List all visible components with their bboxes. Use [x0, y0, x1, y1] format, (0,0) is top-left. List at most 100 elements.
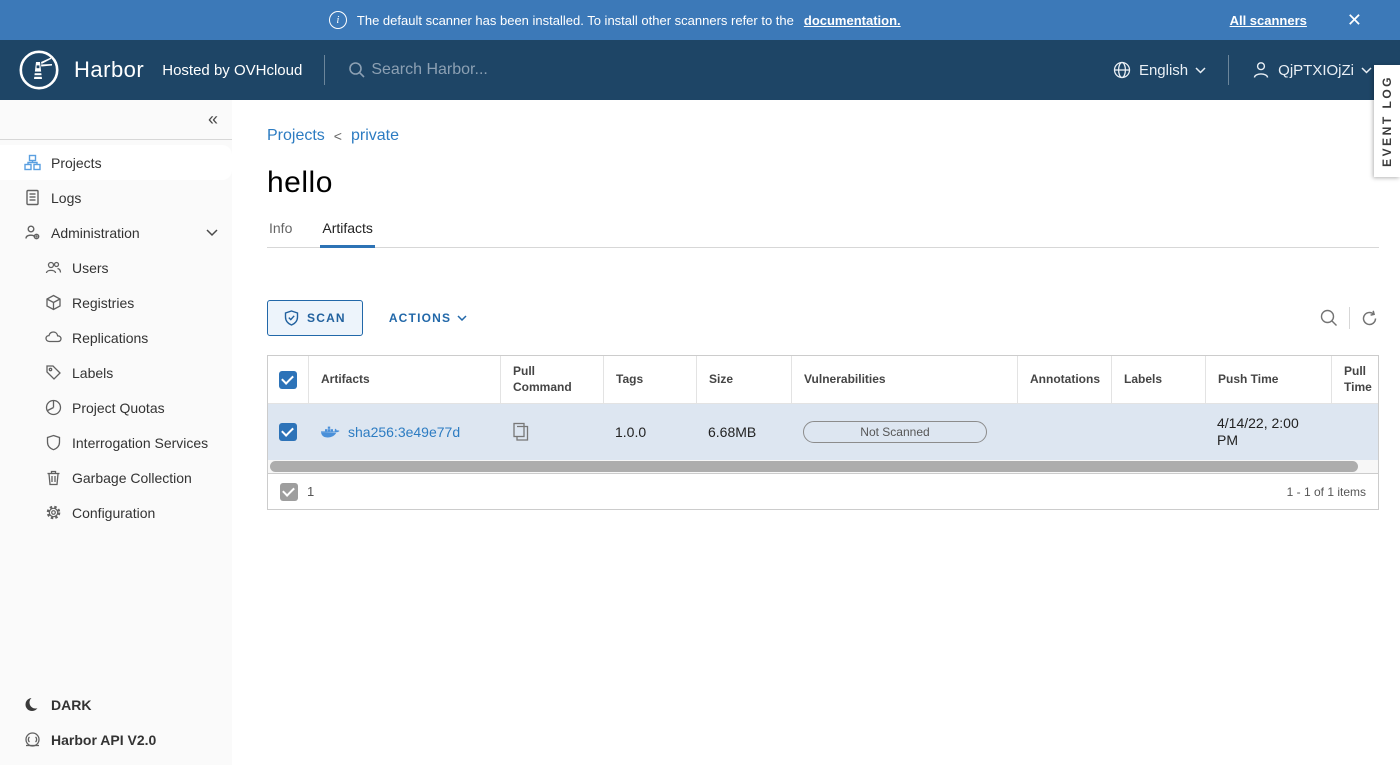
logs-icon [24, 189, 41, 206]
api-label: Harbor API V2.0 [51, 732, 156, 748]
sidebar-item-labels[interactable]: Labels [0, 355, 232, 390]
sidebar-item-configuration[interactable]: Configuration [0, 495, 232, 530]
api-icon [24, 731, 41, 748]
column-header-tags[interactable]: Tags [603, 356, 696, 403]
registries-icon [45, 294, 62, 311]
docker-icon [320, 425, 340, 440]
quotas-icon [45, 399, 62, 416]
sidebar-item-label: Replications [72, 330, 148, 346]
users-icon [45, 259, 62, 276]
pull-time-cell [1331, 404, 1378, 460]
tab-artifacts[interactable]: Artifacts [320, 214, 375, 248]
sidebar-item-label: Projects [51, 155, 102, 171]
close-icon[interactable]: ✕ [1347, 11, 1362, 29]
filter-search-icon[interactable] [1319, 308, 1339, 328]
artifact-digest-link[interactable]: sha256:3e49e77d [348, 424, 460, 440]
tab-info[interactable]: Info [267, 214, 294, 247]
size-cell: 6.68MB [696, 404, 791, 460]
sidebar-item-label: Registries [72, 295, 134, 311]
dark-theme-toggle[interactable]: DARK [0, 687, 232, 722]
row-checkbox[interactable] [279, 423, 297, 441]
header-divider [1228, 55, 1229, 85]
sidebar-item-projects[interactable]: Projects [0, 145, 232, 180]
sidebar-item-label: Interrogation Services [72, 435, 208, 451]
table-row: sha256:3e49e77d 1.0.0 6.68MB Not Scanned… [268, 404, 1378, 460]
push-time-cell: 4/14/22, 2:00 PM [1205, 404, 1331, 460]
language-label: English [1139, 62, 1188, 79]
sidebar-item-label: Garbage Collection [72, 470, 192, 486]
column-header-vulnerabilities[interactable]: Vulnerabilities [791, 356, 1017, 403]
user-icon [1251, 60, 1271, 80]
selected-count: 1 [307, 484, 314, 499]
breadcrumb-projects-link[interactable]: Projects [267, 127, 325, 145]
event-log-tab[interactable]: EVENT LOG [1374, 65, 1400, 177]
not-scanned-badge: Not Scanned [803, 421, 987, 443]
tags-cell: 1.0.0 [603, 404, 696, 460]
user-menu[interactable]: QjPTXIOjZi [1251, 60, 1372, 80]
gear-icon [45, 504, 62, 521]
sidebar-item-registries[interactable]: Registries [0, 285, 232, 320]
pagination-summary: 1 - 1 of 1 items [1287, 485, 1366, 499]
refresh-icon[interactable] [1360, 309, 1379, 328]
chevron-down-icon [1195, 67, 1206, 74]
column-header-labels[interactable]: Labels [1111, 356, 1205, 403]
sidebar-item-label: Logs [51, 190, 81, 206]
sidebar-item-label: Administration [51, 225, 140, 241]
sidebar-item-project-quotas[interactable]: Project Quotas [0, 390, 232, 425]
moon-icon [24, 696, 41, 713]
harbor-api-link[interactable]: Harbor API V2.0 [0, 722, 232, 757]
scrollbar-thumb[interactable] [270, 461, 1358, 472]
artifacts-table: Artifacts Pull Command Tags Size Vulnera… [267, 355, 1379, 510]
replications-icon [45, 329, 62, 346]
main-content: Projects < private hello Info Artifacts … [232, 100, 1400, 765]
column-header-push-time[interactable]: Push Time [1205, 356, 1331, 403]
language-menu[interactable]: English [1112, 60, 1206, 80]
chevron-down-icon [206, 229, 218, 237]
app-header: Harbor Hosted by OVHcloud English [0, 40, 1400, 100]
header-divider [324, 55, 325, 85]
column-header-pull-command[interactable]: Pull Command [500, 356, 603, 403]
scan-button-label: SCAN [307, 311, 346, 325]
breadcrumb-private-link[interactable]: private [351, 127, 399, 145]
sidebar: « Projects Logs [0, 100, 232, 765]
trash-icon [45, 469, 62, 486]
copy-icon[interactable] [512, 422, 530, 442]
sidebar-item-label: Configuration [72, 505, 155, 521]
horizontal-scrollbar[interactable] [268, 460, 1378, 473]
documentation-link[interactable]: documentation. [804, 13, 901, 28]
column-header-artifacts[interactable]: Artifacts [308, 356, 500, 403]
sidebar-item-administration[interactable]: Administration [0, 215, 232, 250]
sidebar-item-garbage-collection[interactable]: Garbage Collection [0, 460, 232, 495]
actions-menu-button[interactable]: ACTIONS [389, 311, 467, 325]
event-log-label: EVENT LOG [1380, 75, 1394, 167]
globe-icon [1112, 60, 1132, 80]
selected-count-checkbox [280, 483, 298, 501]
labels-icon [45, 364, 62, 381]
chevron-down-icon [1361, 67, 1372, 74]
column-header-pull-time[interactable]: Pull Time [1331, 356, 1384, 403]
shield-check-icon [284, 310, 299, 326]
harbor-logo [18, 49, 60, 91]
scan-button[interactable]: SCAN [267, 300, 363, 336]
brand-title: Harbor [74, 57, 144, 83]
global-search[interactable] [347, 60, 591, 80]
column-header-size[interactable]: Size [696, 356, 791, 403]
sidebar-item-interrogation-services[interactable]: Interrogation Services [0, 425, 232, 460]
interrogation-shield-icon [45, 434, 62, 451]
sidebar-item-users[interactable]: Users [0, 250, 232, 285]
collapse-sidebar-icon[interactable]: « [208, 109, 218, 130]
banner-message: The default scanner has been installed. … [357, 13, 794, 28]
search-input[interactable] [371, 61, 591, 79]
notification-banner: i The default scanner has been installed… [0, 0, 1400, 40]
projects-icon [24, 154, 41, 171]
table-header-row: Artifacts Pull Command Tags Size Vulnera… [268, 356, 1378, 404]
sidebar-item-logs[interactable]: Logs [0, 180, 232, 215]
select-all-checkbox[interactable] [279, 371, 297, 389]
column-header-annotations[interactable]: Annotations [1017, 356, 1111, 403]
all-scanners-link[interactable]: All scanners [1230, 13, 1307, 28]
labels-cell [1111, 404, 1205, 460]
sidebar-item-replications[interactable]: Replications [0, 320, 232, 355]
dark-label: DARK [51, 697, 91, 713]
administration-icon [24, 224, 41, 241]
username-label: QjPTXIOjZi [1278, 62, 1354, 79]
